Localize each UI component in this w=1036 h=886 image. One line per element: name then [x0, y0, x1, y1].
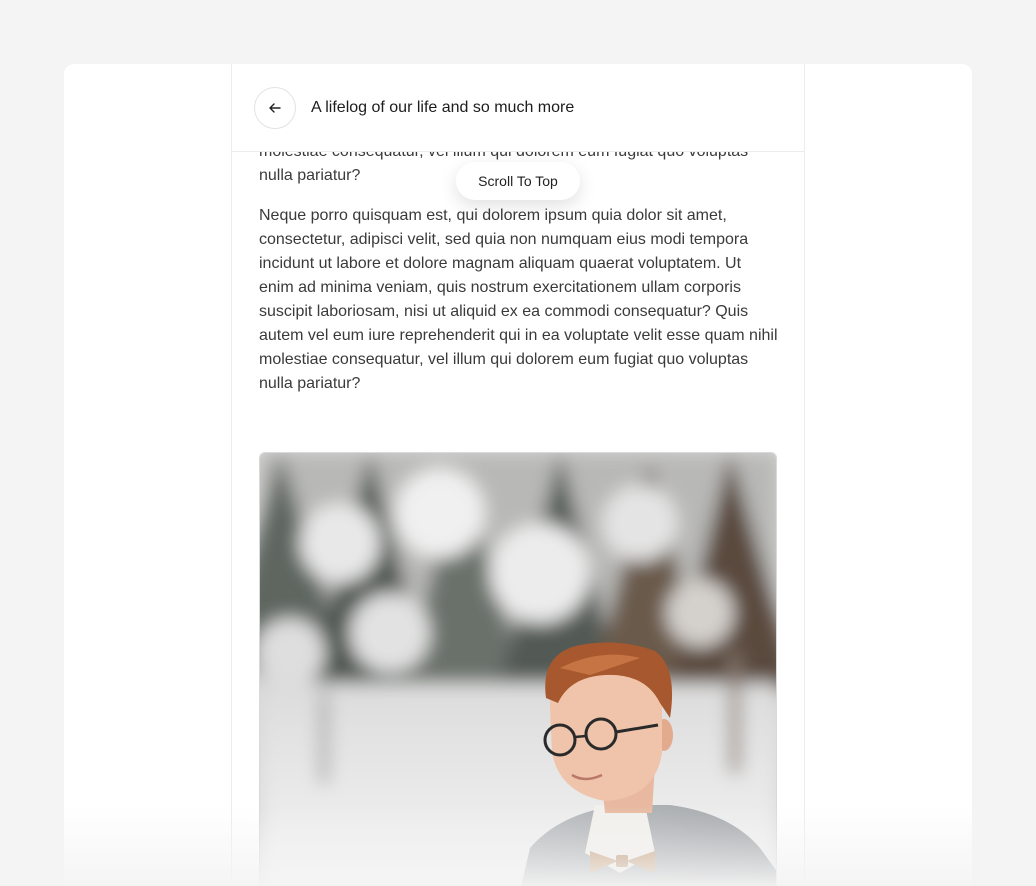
article-photo: [259, 452, 777, 886]
back-button[interactable]: [254, 87, 296, 129]
article-card: autem vel eum iure reprehenderit qui in …: [64, 64, 972, 886]
article-column[interactable]: autem vel eum iure reprehenderit qui in …: [231, 64, 805, 886]
article-paragraph: Neque porro quisquam est, qui dolorem ip…: [259, 207, 778, 392]
article-header: A lifelog of our life and so much more: [232, 64, 804, 152]
arrow-left-icon: [269, 103, 281, 113]
page-title: A lifelog of our life and so much more: [311, 99, 575, 116]
scroll-to-top-button[interactable]: Scroll To Top: [456, 162, 580, 200]
